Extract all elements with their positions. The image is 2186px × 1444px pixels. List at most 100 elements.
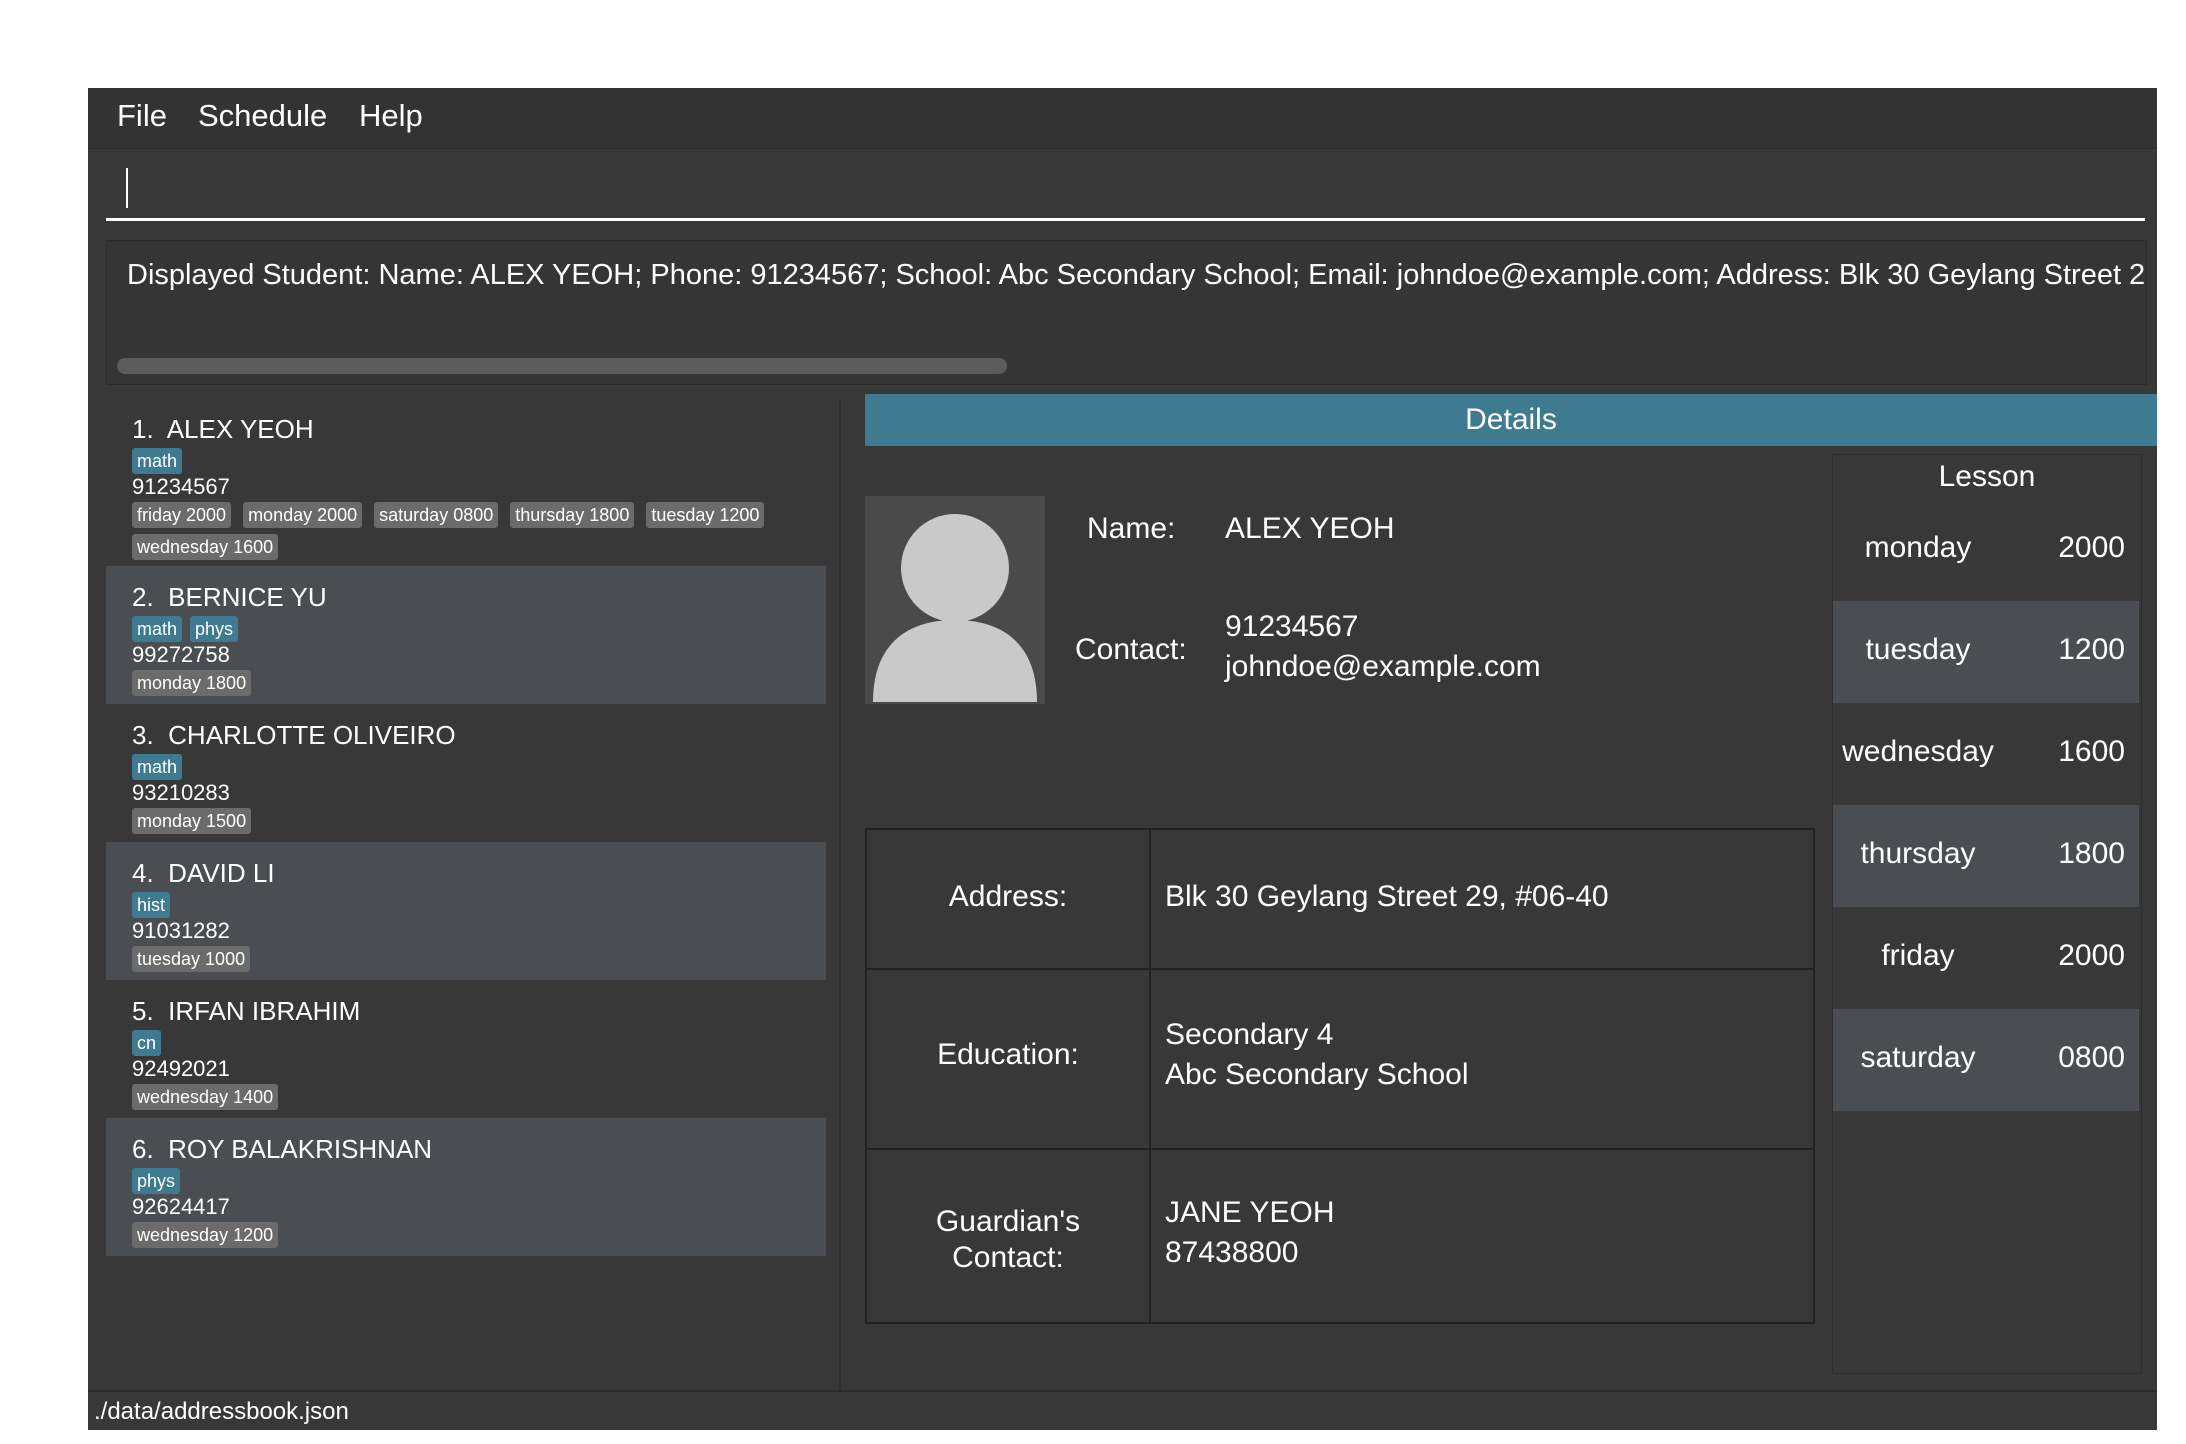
lesson-tag: monday 1800: [132, 670, 252, 696]
menu-help[interactable]: Help: [359, 98, 423, 134]
student-index: 2.: [132, 582, 154, 612]
lesson-day: tuesday: [1865, 633, 1971, 666]
student-index: 6.: [132, 1134, 154, 1164]
student-phone: 93210283: [132, 780, 230, 805]
lesson-day: saturday: [1860, 1041, 1976, 1074]
guardian-phone: 87438800: [1165, 1236, 1299, 1269]
subject-tag: phys: [190, 616, 239, 642]
lesson-tag: thursday 1800: [510, 502, 635, 528]
result-display: Displayed Student: Name: ALEX YEOH; Phon…: [106, 240, 2147, 385]
education-label: Education:: [867, 970, 1151, 1148]
student-index: 1.: [132, 414, 154, 444]
student-phone: 99272758: [132, 642, 230, 667]
result-text: Displayed Student: Name: ALEX YEOH; Phon…: [127, 259, 2147, 291]
student-name: 3. CHARLOTTE OLIVEIRO: [132, 720, 456, 751]
student-name: 5. IRFAN IBRAHIM: [132, 996, 360, 1027]
subject-tags: math: [132, 448, 190, 474]
info-table: Address: Blk 30 Geylang Street 29, #06-4…: [865, 828, 1815, 1324]
education-school: Abc Secondary School: [1165, 1058, 1469, 1091]
lesson-tag: saturday 0800: [374, 502, 499, 528]
person-silhouette-icon: [873, 514, 1037, 702]
student-card[interactable]: 4. DAVID LI hist 91031282 tuesday 1000: [106, 842, 826, 980]
student-name-text: DAVID LI: [168, 858, 275, 888]
guardian-label-line1: Guardian's: [935, 1205, 1081, 1238]
student-index: 3.: [132, 720, 154, 750]
app-window: File Schedule Help Displayed Student: Na…: [88, 88, 2157, 1430]
lesson-row: thursday 1800: [1833, 805, 2139, 907]
horizontal-scrollbar[interactable]: [117, 358, 1007, 374]
guardian-label: Guardian's Contact:: [867, 1150, 1151, 1322]
lesson-tags: monday 1800: [132, 670, 263, 696]
lesson-tags: monday 1500: [132, 808, 263, 834]
subject-tag: hist: [132, 892, 171, 918]
lesson-tag: wednesday 1600: [132, 534, 279, 560]
lesson-tag: tuesday 1200: [646, 502, 765, 528]
subject-tags: hist: [132, 892, 178, 918]
lesson-tag: monday 2000: [243, 502, 363, 528]
lesson-tags-overflow: wednesday 1600: [132, 534, 290, 560]
contact-email: johndoe@example.com: [1225, 650, 1541, 683]
lesson-tag: tuesday 1000: [132, 946, 251, 972]
lesson-time: 2000: [2058, 939, 2125, 972]
student-name: 1. ALEX YEOH: [132, 414, 314, 445]
command-input[interactable]: [132, 160, 2126, 212]
lesson-panel: Lesson monday 2000 tuesday 1200 wednesda…: [1832, 454, 2142, 1374]
lesson-row: tuesday 1200: [1833, 601, 2139, 703]
lesson-tag: wednesday 1400: [132, 1084, 279, 1110]
student-list: 1. ALEX YEOH math 91234567 friday 2000 mo…: [106, 398, 841, 1430]
lesson-tag: monday 1500: [132, 808, 252, 834]
details-header: Details: [865, 394, 2157, 446]
student-card[interactable]: 2. BERNICE YU math phys 99272758 monday 1…: [106, 566, 826, 704]
lesson-tags: wednesday 1200: [132, 1222, 290, 1248]
lesson-time: 1600: [2058, 735, 2125, 768]
lesson-row: wednesday 1600: [1833, 703, 2139, 805]
student-card[interactable]: 6. ROY BALAKRISHNAN phys 92624417 wednes…: [106, 1118, 826, 1256]
student-name-text: BERNICE YU: [168, 582, 327, 612]
contact-label: Contact:: [1075, 633, 1187, 666]
student-index: 4.: [132, 858, 154, 888]
student-card[interactable]: 3. CHARLOTTE OLIVEIRO math 93210283 mond…: [106, 704, 826, 842]
student-name: 6. ROY BALAKRISHNAN: [132, 1134, 432, 1165]
subject-tag: math: [132, 616, 183, 642]
subject-tags: math: [132, 754, 190, 780]
education-level: Secondary 4: [1165, 1018, 1334, 1051]
subject-tags: cn: [132, 1030, 169, 1056]
subject-tag: math: [132, 448, 183, 474]
student-phone: 92492021: [132, 1056, 230, 1081]
student-card[interactable]: 5. IRFAN IBRAHIM cn 92492021 wednesday 1…: [106, 980, 826, 1118]
menu-schedule[interactable]: Schedule: [198, 98, 327, 134]
lesson-title: Lesson: [1938, 460, 2036, 493]
contact-phone: 91234567: [1225, 610, 1359, 643]
avatar-icon: [865, 496, 1045, 704]
subject-tag: phys: [132, 1168, 181, 1194]
lesson-tags: wednesday 1400: [132, 1084, 290, 1110]
student-name-text: CHARLOTTE OLIVEIRO: [168, 720, 456, 750]
address-value: Blk 30 Geylang Street 29, #06-40: [1165, 880, 1609, 913]
lesson-day: wednesday: [1842, 735, 1994, 768]
subject-tags: phys: [132, 1168, 188, 1194]
student-phone: 91031282: [132, 918, 230, 943]
lesson-row: monday 2000: [1833, 499, 2139, 601]
student-name-text: IRFAN IBRAHIM: [168, 996, 361, 1026]
command-box[interactable]: [106, 150, 2145, 221]
lesson-day: thursday: [1860, 837, 1976, 870]
subject-tags: math phys: [132, 616, 246, 642]
student-phone: 92624417: [132, 1194, 230, 1219]
menu-bar: File Schedule Help: [88, 88, 2157, 149]
lesson-tags: tuesday 1000: [132, 946, 262, 972]
subject-tag: math: [132, 754, 183, 780]
lesson-day: monday: [1864, 531, 1972, 564]
menu-file[interactable]: File: [117, 98, 167, 134]
lesson-tag: wednesday 1200: [132, 1222, 279, 1248]
subject-tag: cn: [132, 1030, 162, 1056]
address-label: Address:: [867, 830, 1151, 968]
lesson-row: saturday 0800: [1833, 1009, 2139, 1111]
guardian-name: JANE YEOH: [1165, 1196, 1335, 1229]
lesson-time: 0800: [2058, 1041, 2125, 1074]
lesson-time: 2000: [2058, 531, 2125, 564]
status-bar: ./data/addressbook.json: [88, 1390, 2157, 1430]
data-file-path: ./data/addressbook.json: [94, 1398, 349, 1425]
student-card[interactable]: 1. ALEX YEOH math 91234567 friday 2000 mo…: [106, 398, 826, 566]
lesson-day: friday: [1881, 939, 1955, 972]
student-name: 2. BERNICE YU: [132, 582, 327, 613]
